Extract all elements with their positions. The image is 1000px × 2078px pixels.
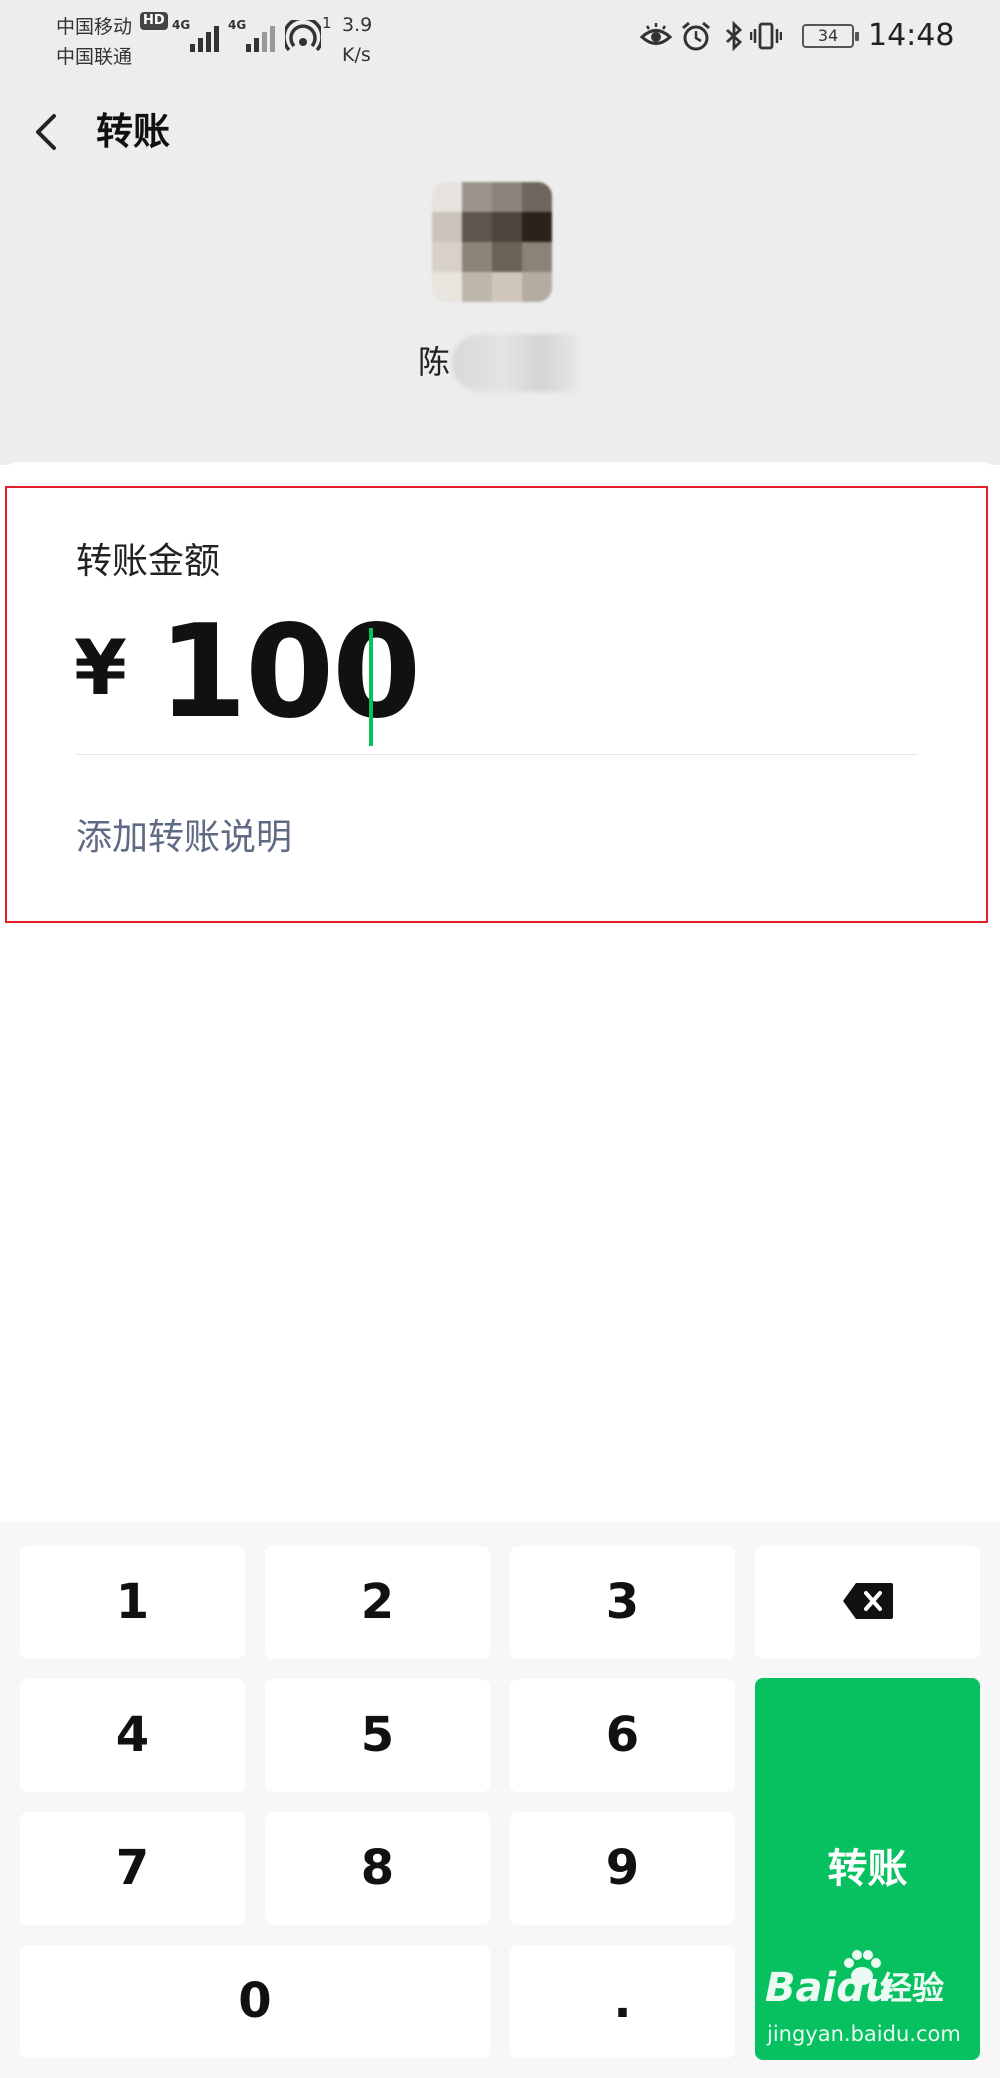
watermark-cn: 经验: [880, 1969, 945, 2007]
chevron-left-icon[interactable]: [28, 108, 64, 156]
key-5[interactable]: 5: [265, 1679, 490, 1792]
network-speed: 3.9 K/s: [342, 10, 372, 70]
backspace-icon: [843, 1583, 893, 1619]
network-type-2: 4G: [228, 18, 247, 32]
key-decimal-point[interactable]: .: [510, 1945, 735, 2058]
status-bar: 中国移动 中国联通 HD 4G 4G 1 3.9 K/s 34 14:48: [0, 0, 1000, 70]
amount-input[interactable]: 100: [158, 608, 421, 738]
hotspot-count: 1: [322, 14, 332, 32]
hotspot-icon: [285, 20, 321, 52]
network-speed-value: 3.9: [342, 14, 373, 36]
key-1[interactable]: 1: [20, 1546, 245, 1659]
add-note-link[interactable]: 添加转账说明: [76, 814, 292, 862]
key-8[interactable]: 8: [265, 1812, 490, 1925]
key-7[interactable]: 7: [20, 1812, 245, 1925]
clock: 14:48: [868, 18, 955, 53]
page-title: 转账: [96, 110, 170, 153]
vibrate-icon: [750, 22, 782, 50]
eye-icon: [640, 23, 672, 45]
network-type-1: 4G: [172, 18, 191, 32]
status-icons: 34 14:48: [640, 16, 960, 56]
carrier-2-label: 中国联通: [56, 46, 133, 68]
key-6[interactable]: 6: [510, 1679, 735, 1792]
alarm-icon: [682, 21, 710, 51]
baidu-jingyan-watermark: Baidu 经验 jingyan.baidu.com: [765, 1950, 975, 2058]
text-cursor: [369, 628, 373, 746]
key-2[interactable]: 2: [265, 1546, 490, 1659]
currency-symbol: ¥: [74, 623, 127, 712]
amount-label: 转账金额: [76, 541, 221, 582]
network-speed-unit: K/s: [342, 44, 371, 66]
hd-badge: HD: [140, 12, 168, 30]
amount-divider: [76, 754, 918, 755]
carrier-1-label: 中国移动: [56, 16, 133, 38]
key-9[interactable]: 9: [510, 1812, 735, 1925]
avatar: [432, 182, 552, 302]
recipient-name: 陈: [418, 343, 451, 381]
watermark-url: jingyan.baidu.com: [767, 2022, 961, 2046]
key-3[interactable]: 3: [510, 1546, 735, 1659]
recipient-name-redacted: [452, 334, 580, 392]
key-0[interactable]: 0: [20, 1945, 490, 2058]
bluetooth-icon: [726, 20, 743, 52]
watermark-brand: Baidu: [765, 1965, 894, 2011]
battery-icon: 34: [802, 24, 859, 48]
key-4[interactable]: 4: [20, 1679, 245, 1792]
